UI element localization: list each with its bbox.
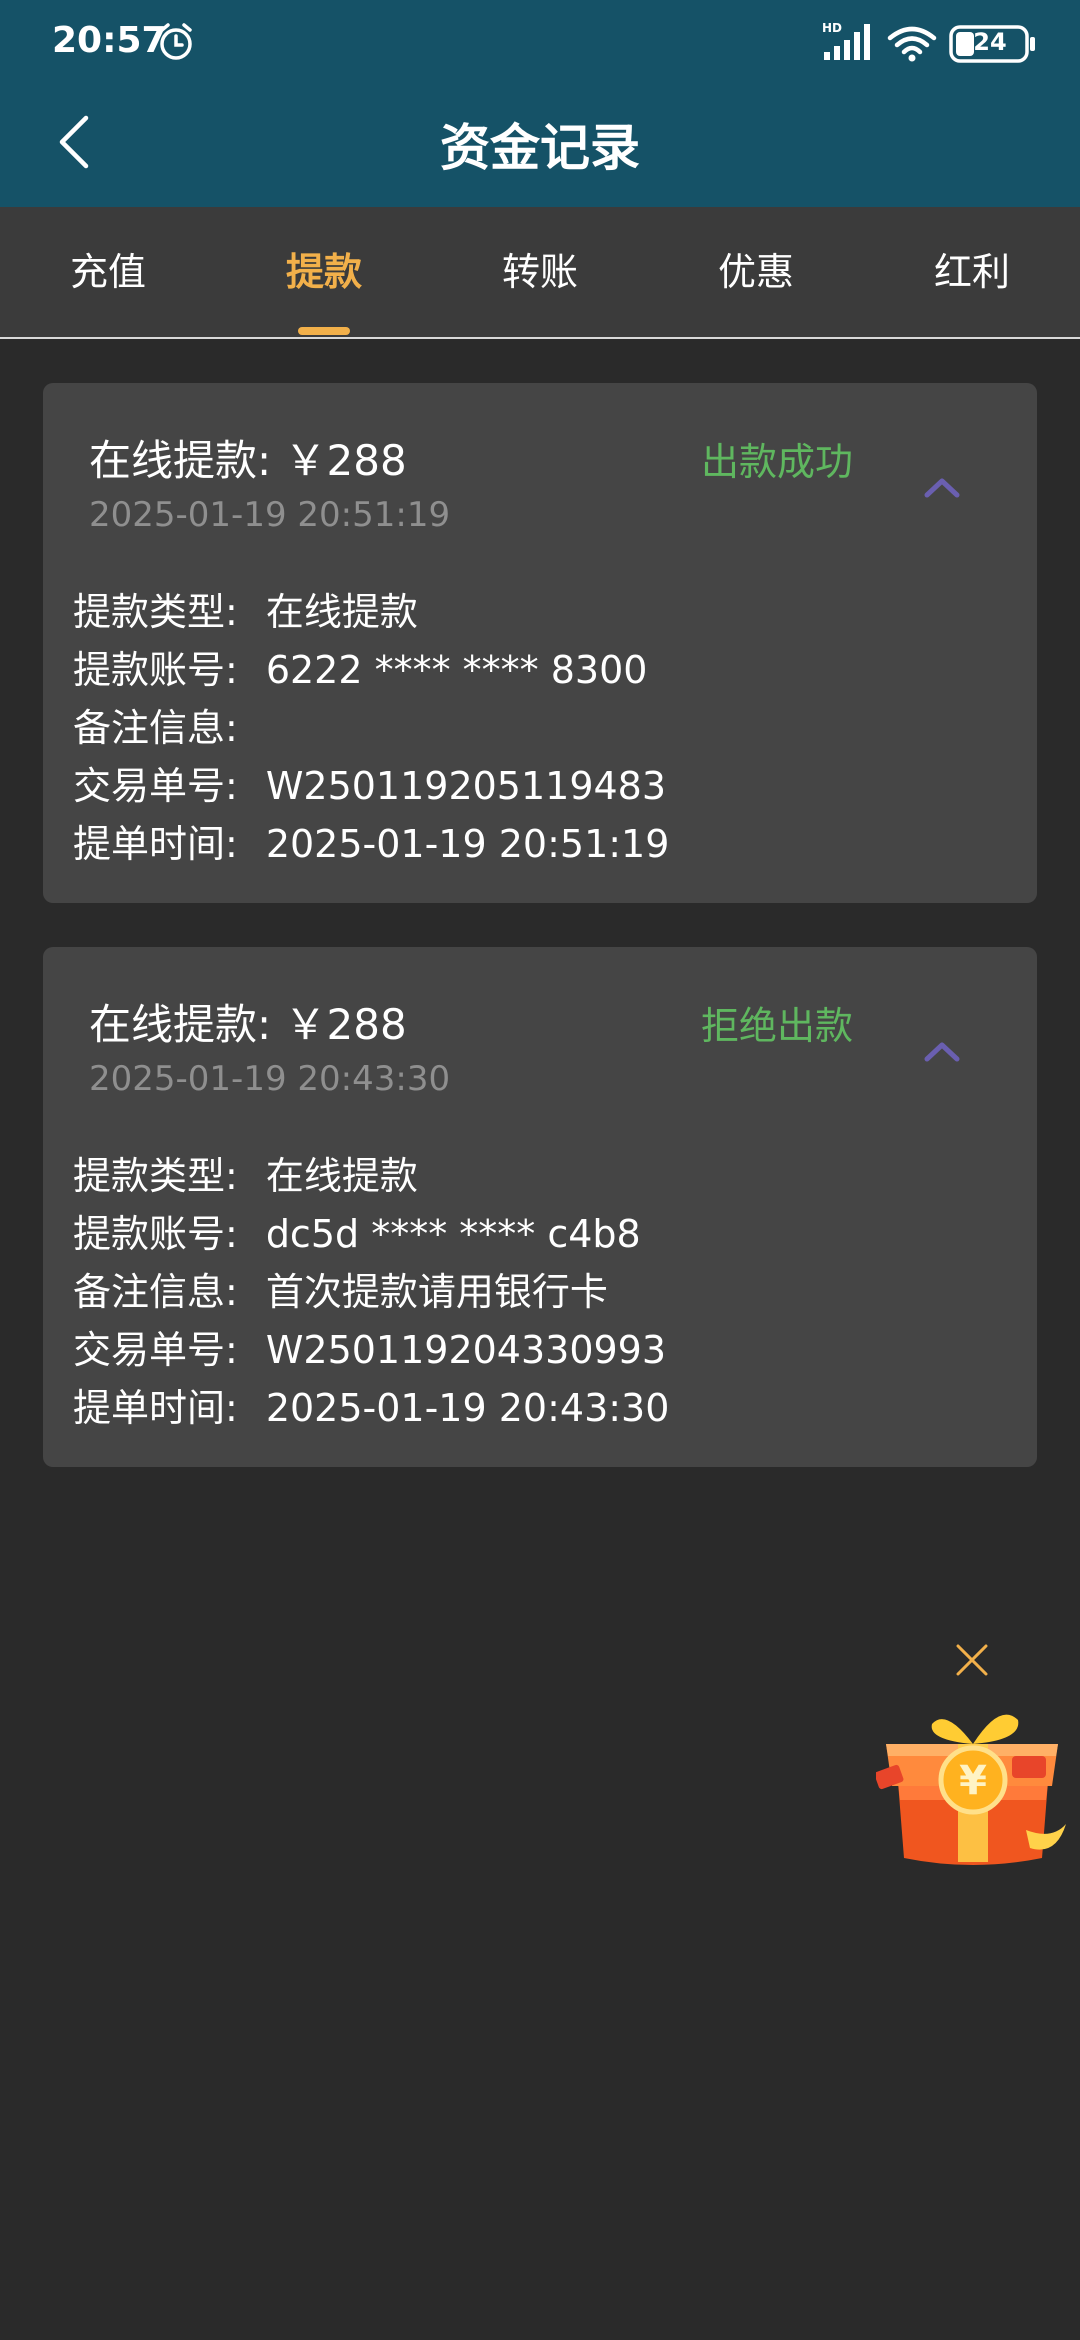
detail-row-order-no: 交易单号: W250119204330993 bbox=[73, 1321, 1013, 1379]
record-details: 提款类型: 在线提款 提款账号: dc5d **** **** c4b8 备注信息:… bbox=[73, 1147, 1013, 1437]
tab-bar: 充值 提款 转账 优惠 红利 bbox=[0, 207, 1080, 339]
detail-row-order-no: 交易单号: W250119205119483 bbox=[73, 757, 1013, 815]
tab-withdrawal[interactable]: 提款 bbox=[216, 207, 432, 337]
detail-value: 2025-01-19 20:51:19 bbox=[265, 822, 670, 866]
detail-value: 在线提款 bbox=[265, 1154, 418, 1198]
detail-label: 提款账号: bbox=[73, 1212, 238, 1256]
tab-promotion[interactable]: 优惠 bbox=[648, 207, 864, 337]
record-status: 出款成功 bbox=[701, 440, 854, 484]
record-title: 在线提款: ￥288 bbox=[89, 436, 407, 485]
record-date: 2025-01-19 20:43:30 bbox=[89, 1059, 451, 1099]
record-card[interactable]: 在线提款: ￥288 2025-01-19 20:43:30 拒绝出款 提款类型… bbox=[43, 947, 1037, 1467]
detail-label: 提款账号: bbox=[73, 648, 238, 692]
detail-row-remark: 备注信息: bbox=[73, 699, 1013, 757]
active-tab-indicator bbox=[298, 327, 350, 335]
wifi-icon bbox=[887, 26, 937, 62]
detail-row-type: 提款类型: 在线提款 bbox=[73, 1147, 1013, 1205]
status-time: 20:57 bbox=[52, 20, 167, 61]
detail-value: W250119204330993 bbox=[265, 1328, 667, 1372]
close-icon[interactable] bbox=[952, 1640, 992, 1680]
detail-value: 2025-01-19 20:43:30 bbox=[265, 1386, 670, 1430]
detail-label: 提款类型: bbox=[73, 1154, 238, 1198]
page-title: 资金记录 bbox=[440, 119, 640, 177]
record-details: 提款类型: 在线提款 提款账号: 6222 **** **** 8300 备注信息:… bbox=[73, 583, 1013, 873]
chevron-up-icon[interactable] bbox=[917, 1033, 967, 1069]
detail-label: 提单时间: bbox=[73, 822, 238, 866]
detail-row-time: 提单时间: 2025-01-19 20:43:30 bbox=[73, 1379, 1013, 1437]
detail-value: 在线提款 bbox=[265, 590, 418, 634]
detail-value: 6222 **** **** 8300 bbox=[265, 648, 648, 692]
record-date: 2025-01-19 20:51:19 bbox=[89, 495, 451, 535]
tab-bonus[interactable]: 红利 bbox=[864, 207, 1080, 337]
detail-label: 交易单号: bbox=[73, 1328, 238, 1372]
detail-label: 提款类型: bbox=[73, 590, 238, 634]
record-status: 拒绝出款 bbox=[701, 1004, 854, 1048]
detail-value: dc5d **** **** c4b8 bbox=[265, 1212, 641, 1256]
svg-text:HD: HD bbox=[822, 21, 842, 35]
detail-row-account: 提款账号: 6222 **** **** 8300 bbox=[73, 641, 1013, 699]
top-bar: 20:57 HD 24 资金记录 bbox=[0, 0, 1080, 207]
gift-box-icon[interactable]: ¥ bbox=[876, 1690, 1070, 1872]
detail-label: 备注信息: bbox=[73, 706, 238, 750]
detail-row-remark: 备注信息: 首次提款请用银行卡 bbox=[73, 1263, 1013, 1321]
record-card[interactable]: 在线提款: ￥288 2025-01-19 20:51:19 出款成功 提款类型… bbox=[43, 383, 1037, 903]
battery-level: 24 bbox=[973, 28, 1007, 56]
detail-label: 交易单号: bbox=[73, 764, 238, 808]
detail-row-time: 提单时间: 2025-01-19 20:51:19 bbox=[73, 815, 1013, 873]
detail-label: 备注信息: bbox=[73, 1270, 238, 1314]
app-header: 资金记录 bbox=[0, 86, 1080, 207]
detail-value: 首次提款请用银行卡 bbox=[265, 1270, 608, 1314]
tab-deposit[interactable]: 充值 bbox=[0, 207, 216, 337]
alarm-clock-icon bbox=[160, 23, 192, 60]
status-bar: 20:57 HD 24 bbox=[0, 0, 1080, 86]
detail-row-account: 提款账号: dc5d **** **** c4b8 bbox=[73, 1205, 1013, 1263]
svg-text:¥: ¥ bbox=[959, 1758, 987, 1804]
record-title: 在线提款: ￥288 bbox=[89, 1000, 407, 1049]
status-icons: HD 24 bbox=[820, 18, 1080, 68]
detail-value: W250119205119483 bbox=[265, 764, 667, 808]
detail-label: 提单时间: bbox=[73, 1386, 238, 1430]
tab-transfer[interactable]: 转账 bbox=[432, 207, 648, 337]
hd-signal-icon: HD bbox=[822, 21, 870, 60]
detail-row-type: 提款类型: 在线提款 bbox=[73, 583, 1013, 641]
chevron-up-icon[interactable] bbox=[917, 469, 967, 505]
